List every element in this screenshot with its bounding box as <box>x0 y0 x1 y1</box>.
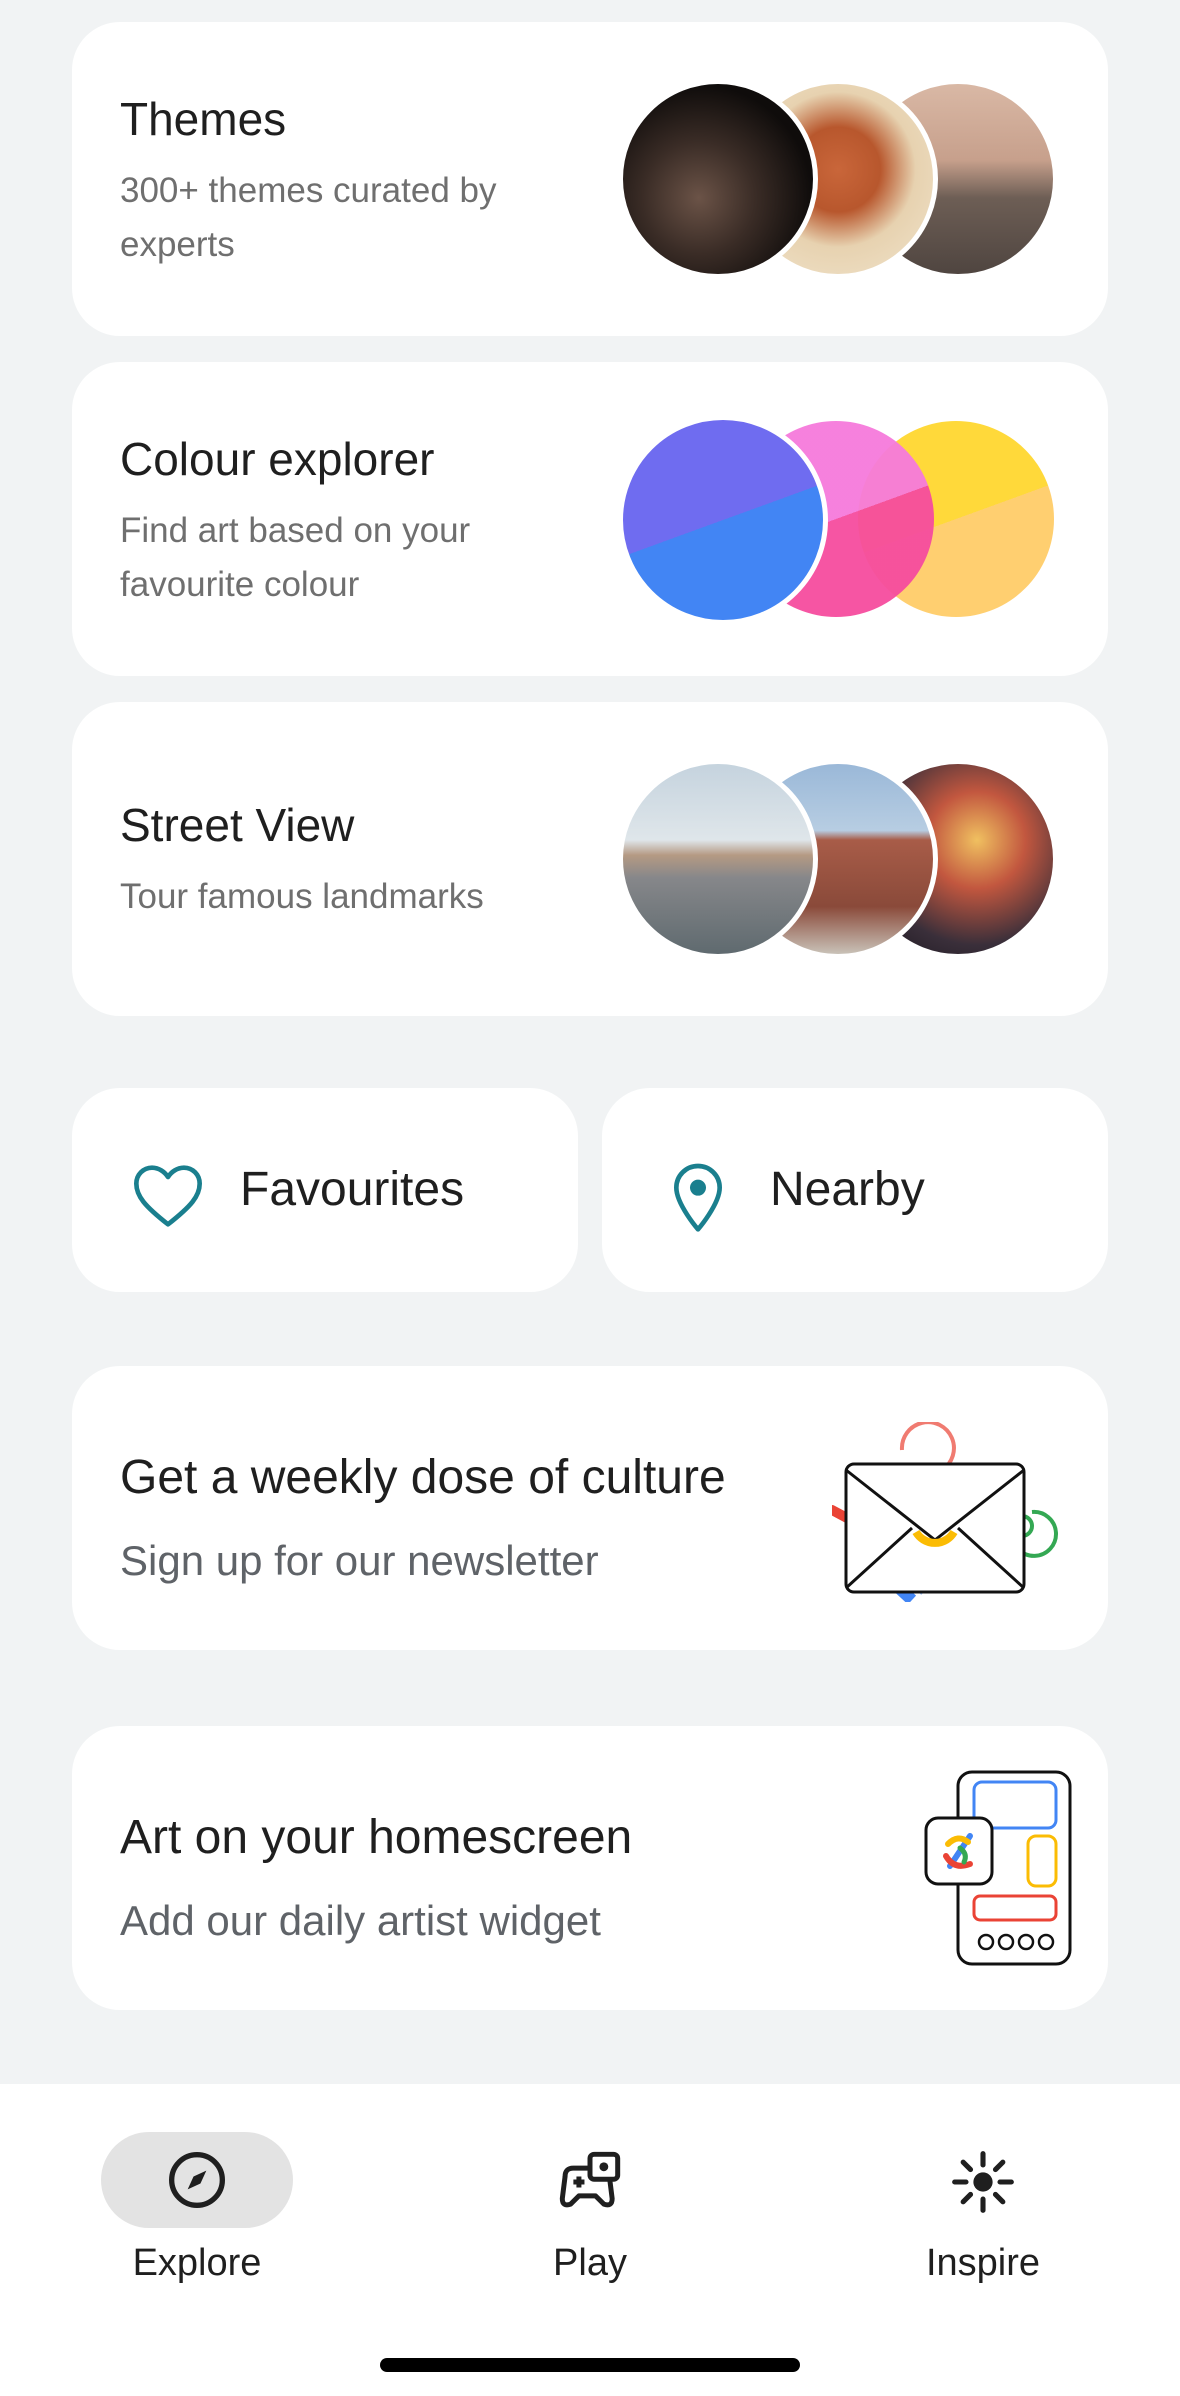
street-view-card[interactable]: Street View Tour famous landmarks <box>72 702 1108 1016</box>
widget-title: Art on your homescreen <box>120 1811 633 1864</box>
favourites-label: Favourites <box>240 1163 465 1216</box>
nearby-label: Nearby <box>770 1163 925 1216</box>
newsletter-title: Get a weekly dose of culture <box>120 1451 726 1504</box>
colour-explorer-title: Colour explorer <box>120 433 435 485</box>
nav-play[interactable]: Play <box>465 2108 715 2288</box>
newsletter-subtitle: Sign up for our newsletter <box>120 1537 599 1584</box>
nav-inspire-label: Inspire <box>925 2242 1041 2284</box>
themes-title: Themes <box>120 93 287 145</box>
themes-card[interactable]: Themes 300+ themes curated by experts <box>72 22 1108 336</box>
location-pin-icon <box>674 1163 722 1232</box>
widget-promo-card[interactable]: Art on your homescreen Add our daily art… <box>72 1726 1108 2010</box>
colour-swatch-blue <box>618 415 828 625</box>
street-view-subtitle: Tour famous landmarks <box>120 877 484 916</box>
street-thumb-venice <box>618 759 818 959</box>
phone-widget-illustration-icon <box>924 1770 1072 1966</box>
sparkle-icon <box>952 2151 1014 2213</box>
street-view-thumbnails <box>618 759 1058 959</box>
heart-icon <box>134 1165 203 1227</box>
widget-subtitle: Add our daily artist widget <box>120 1897 601 1944</box>
colour-explorer-subtitle: Find art based on your favourite colour <box>120 511 471 604</box>
themes-thumb-dancers <box>618 79 818 279</box>
gamepad-icon <box>559 2151 621 2208</box>
envelope-illustration-icon <box>832 1422 1058 1602</box>
colour-explorer-card[interactable]: Colour explorer Find art based on your f… <box>72 362 1108 676</box>
colour-swatches <box>618 415 1058 625</box>
nav-explore-label: Explore <box>132 2242 262 2284</box>
home-indicator-bar[interactable] <box>380 2358 800 2372</box>
bottom-navigation: Explore Play Inspire <box>0 2084 1180 2396</box>
favourites-button[interactable]: Favourites <box>72 1088 578 1292</box>
nav-inspire[interactable]: Inspire <box>858 2108 1108 2288</box>
street-view-title: Street View <box>120 799 355 851</box>
nav-explore[interactable]: Explore <box>72 2108 322 2288</box>
newsletter-promo-card[interactable]: Get a weekly dose of culture Sign up for… <box>72 1366 1108 1650</box>
themes-thumbnails <box>618 79 1058 279</box>
themes-subtitle: 300+ themes curated by experts <box>120 171 497 264</box>
nearby-button[interactable]: Nearby <box>602 1088 1108 1292</box>
compass-icon <box>169 2152 225 2208</box>
nav-play-label: Play <box>553 2242 627 2284</box>
